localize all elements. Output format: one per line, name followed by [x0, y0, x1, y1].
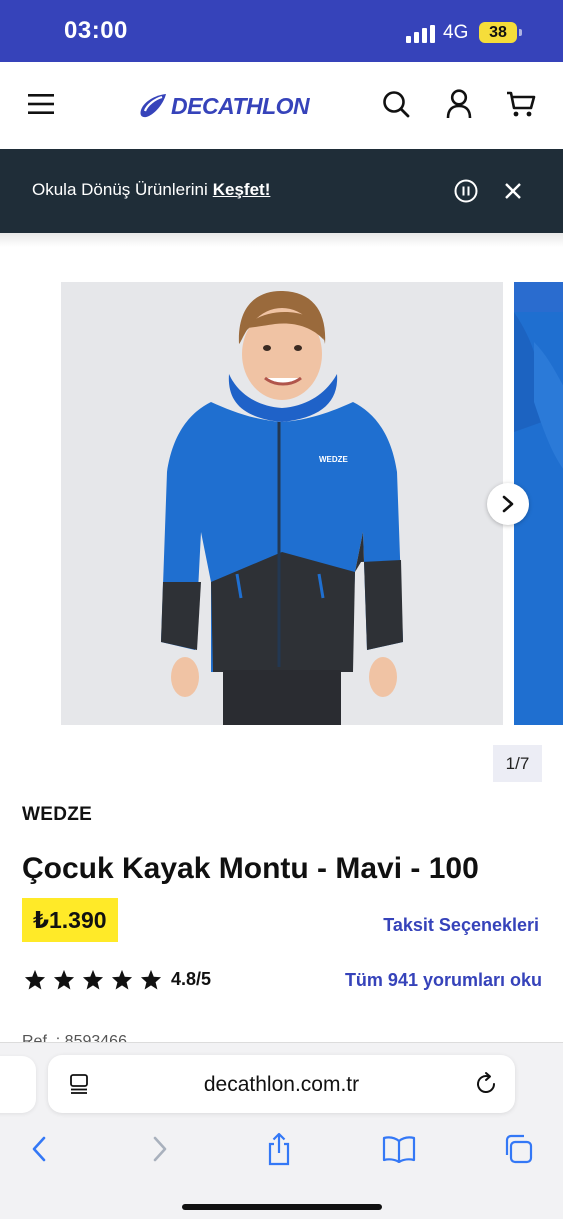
reload-icon[interactable]: [473, 1071, 499, 1097]
logo-text: DECATHLON: [171, 92, 310, 119]
url-text[interactable]: decathlon.com.tr: [48, 1073, 515, 1097]
product-image[interactable]: WEDZE: [61, 282, 503, 725]
jacket-print: WEDZE: [319, 455, 349, 464]
product-photo-illustration: WEDZE: [61, 282, 503, 725]
promo-message: Okula Dönüş Ürünlerini: [32, 180, 208, 199]
bookmarks-icon[interactable]: [379, 1129, 419, 1169]
logo-swoosh-icon: [140, 94, 166, 118]
home-indicator: [182, 1204, 382, 1210]
cart-icon[interactable]: [501, 84, 541, 124]
decathlon-logo[interactable]: DECATHLON: [138, 90, 310, 122]
back-icon[interactable]: [19, 1129, 59, 1169]
address-bar[interactable]: decathlon.com.tr: [48, 1055, 515, 1113]
star-icon: [111, 969, 133, 990]
network-type: 4G: [443, 22, 469, 43]
chevron-right-icon: [502, 495, 514, 513]
status-bar: 03:00 4G 38: [0, 0, 563, 62]
tabs-icon[interactable]: [498, 1129, 538, 1169]
search-icon[interactable]: [376, 84, 416, 124]
star-icon: [24, 969, 46, 990]
promo-link[interactable]: Keşfet!: [213, 180, 271, 199]
promo-text: Okula Dönüş Ürünlerini Keşfet!: [32, 180, 270, 200]
installment-options-link[interactable]: Taksit Seçenekleri: [383, 915, 539, 936]
battery-tip: [519, 29, 522, 36]
read-reviews-link[interactable]: Tüm 941 yorumları oku: [345, 970, 542, 991]
star-icon: [140, 969, 162, 990]
status-time: 03:00: [64, 17, 128, 44]
site-header: DECATHLON: [0, 62, 563, 149]
signal-icon: [406, 25, 436, 43]
promo-banner: Okula Dönüş Ürünlerini Keşfet!: [0, 149, 563, 233]
product-price: ₺1.390: [22, 898, 118, 942]
previous-tab[interactable]: [0, 1056, 36, 1113]
menu-icon[interactable]: [21, 84, 61, 124]
forward-icon[interactable]: [140, 1129, 180, 1169]
product-brand[interactable]: WEDZE: [22, 804, 92, 826]
browser-toolbar: decathlon.com.tr: [0, 1042, 563, 1219]
gallery-counter: 1/7: [493, 745, 542, 782]
close-icon[interactable]: [499, 177, 527, 205]
battery-icon: 38: [479, 22, 517, 43]
pause-icon[interactable]: [452, 177, 480, 205]
share-icon[interactable]: [259, 1129, 299, 1169]
product-title: Çocuk Kayak Montu - Mavi - 100: [22, 852, 479, 885]
rating-stars[interactable]: 4.8/5: [24, 969, 211, 990]
star-icon: [53, 969, 75, 990]
star-icon: [82, 969, 104, 990]
account-icon[interactable]: [439, 84, 479, 124]
gallery-next-button[interactable]: [487, 483, 529, 525]
rating-value: 4.8/5: [171, 969, 212, 989]
banner-shadow: [0, 233, 563, 247]
